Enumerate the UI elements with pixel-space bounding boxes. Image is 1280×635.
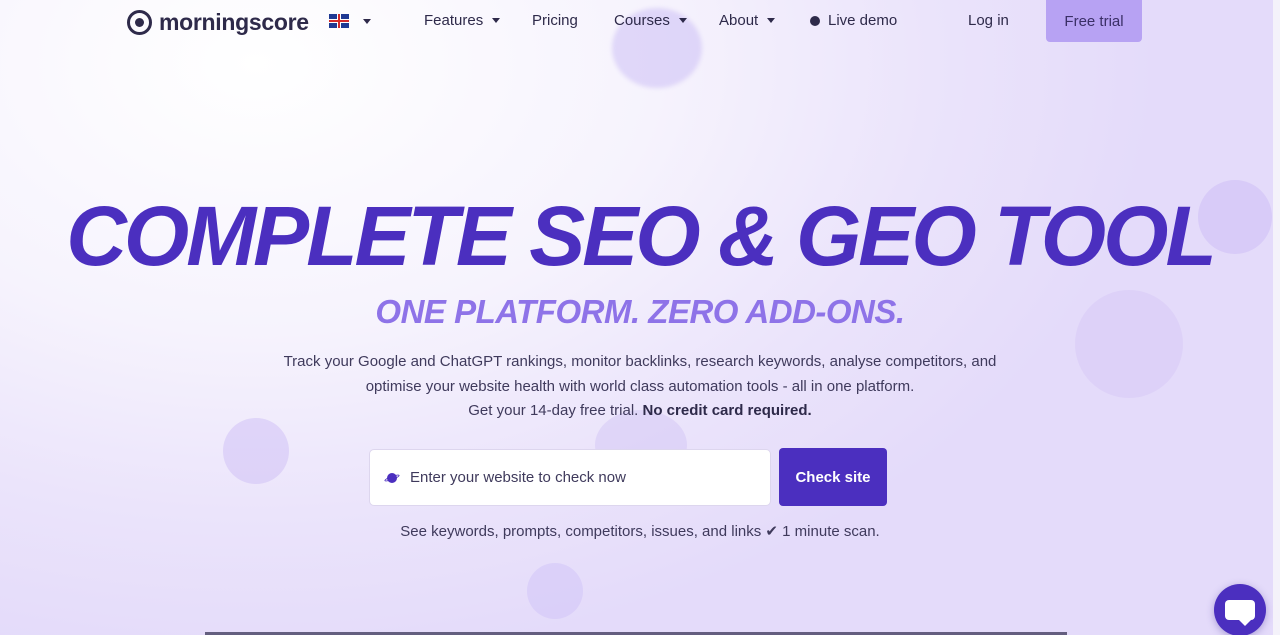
logo[interactable]: morningscore bbox=[127, 9, 309, 36]
language-selector[interactable] bbox=[329, 14, 371, 28]
nav-live-demo-label: Live demo bbox=[828, 12, 898, 29]
hero-title: COMPLETE SEO & GEO TOOL bbox=[66, 189, 1217, 283]
chevron-down-icon bbox=[363, 18, 371, 24]
brand-name: morningscore bbox=[159, 9, 309, 35]
decor-blob bbox=[223, 418, 289, 484]
hero-description-line: optimise your website health with world … bbox=[365, 377, 915, 395]
chat-icon bbox=[1225, 600, 1255, 626]
scrollbar[interactable] bbox=[1273, 0, 1280, 635]
website-search-box bbox=[369, 449, 771, 506]
hero-description: Track your Google and ChatGPT rankings, … bbox=[240, 350, 1040, 424]
nav-pricing[interactable]: Pricing bbox=[532, 12, 578, 29]
nav-features[interactable]: Features bbox=[424, 12, 501, 29]
uk-flag-icon bbox=[329, 14, 349, 28]
nav-courses-label: Courses bbox=[614, 12, 670, 29]
chat-widget-button[interactable] bbox=[1214, 584, 1266, 635]
no-credit-card-text: No credit card required. bbox=[642, 402, 812, 419]
hero-description-line: Track your Google and ChatGPT rankings, … bbox=[283, 353, 997, 370]
hero-subtitle: ONE PLATFORM. ZERO ADD-ONS. bbox=[375, 293, 905, 330]
chevron-down-icon bbox=[678, 18, 687, 23]
login-link[interactable]: Log in bbox=[968, 12, 1009, 29]
hero-description-line: Get your 14-day free trial. No credit ca… bbox=[240, 399, 1040, 424]
free-trial-button[interactable]: Free trial bbox=[1046, 0, 1142, 42]
check-site-button[interactable]: Check site bbox=[779, 448, 887, 506]
nav-features-label: Features bbox=[424, 12, 484, 29]
morningscore-logo-icon bbox=[127, 10, 152, 35]
trial-text: Get your 14-day free trial. bbox=[468, 402, 639, 419]
decor-blob bbox=[527, 563, 583, 619]
nav-about-label: About bbox=[719, 12, 759, 29]
nav-courses[interactable]: Courses bbox=[614, 12, 687, 29]
planet-icon bbox=[383, 472, 401, 484]
nav-live-demo[interactable]: Live demo bbox=[810, 12, 897, 29]
top-navigation: morningscore Features Pricing Courses Ab… bbox=[0, 0, 1280, 44]
chevron-down-icon bbox=[492, 18, 501, 23]
live-dot-icon bbox=[810, 15, 820, 26]
nav-about[interactable]: About bbox=[719, 12, 776, 29]
scan-note: See keywords, prompts, competitors, issu… bbox=[400, 523, 880, 540]
website-input[interactable] bbox=[410, 469, 740, 486]
nav-pricing-label: Pricing bbox=[532, 12, 578, 29]
chevron-down-icon bbox=[767, 18, 776, 23]
